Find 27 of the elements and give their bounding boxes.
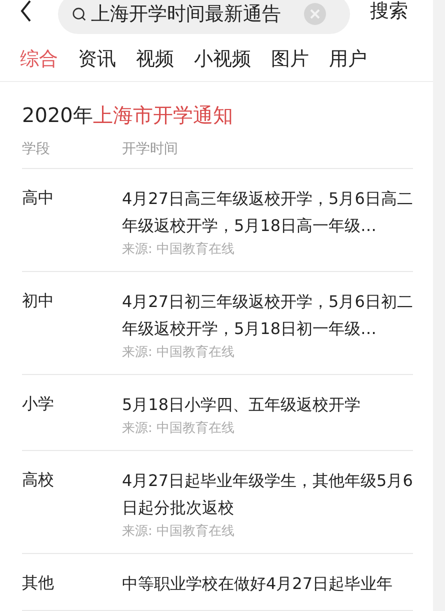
column-header: 开学时间: [122, 140, 179, 158]
source-label: 来源: 中国教育在线: [122, 522, 236, 540]
table-cell-text: 中等职业学校在做好4月27日起毕业年: [122, 573, 394, 595]
source-label: 来源: 中国教育在线: [122, 420, 236, 437]
source-label: 来源: 中国教育在线: [122, 240, 236, 258]
tab[interactable]: 资讯: [78, 46, 116, 72]
table-cell-text: 小学: [22, 393, 55, 415]
table-cell-text: 其他: [22, 572, 55, 594]
table-cell-text: 高中: [22, 187, 55, 209]
source-label: 来源: 中国教育在线: [122, 344, 236, 361]
column-header: 学段: [22, 140, 51, 158]
search-button[interactable]: 搜索: [370, 0, 408, 24]
tab[interactable]: 用户: [329, 46, 367, 72]
search-field[interactable]: 上海开学时间最新通告: [58, 0, 350, 34]
table-cell-text: 5月18日小学四、五年级返校开学: [122, 394, 362, 416]
table-cell-text: 4月27日初三年级返校开学，5月6日初二年级返校开学，5月18日初一年级…: [122, 291, 413, 340]
table-cell-text: 高校: [22, 469, 55, 491]
tab[interactable]: 小视频: [194, 46, 251, 72]
table-cell-text: 初中: [22, 290, 55, 312]
search-icon: [72, 6, 87, 22]
tab[interactable]: 图片: [271, 46, 309, 72]
tab[interactable]: 视频: [136, 46, 174, 72]
table-cell-text: 4月27日高三年级返校开学，5月6日高二年级返校开学，5月18日高一年级…: [122, 188, 413, 237]
back-icon[interactable]: [20, 0, 32, 22]
tab[interactable]: 综合: [20, 46, 58, 72]
table-cell-text: 4月27日起毕业年级学生，其他年级5月6日起分批次返校: [122, 470, 413, 519]
card-title: 2020年上海市开学通知: [22, 102, 234, 128]
